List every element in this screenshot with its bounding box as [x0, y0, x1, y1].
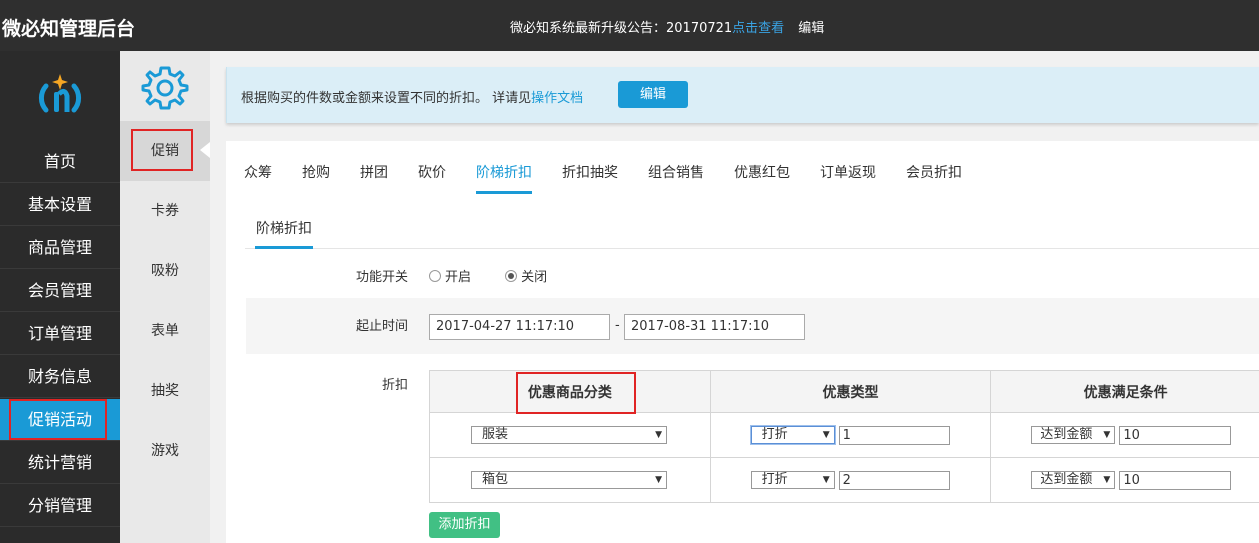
edit-button[interactable]: 编辑 — [618, 81, 688, 108]
main-content: 根据购买的件数或金额来设置不同的折扣。 详请见操作文档 编辑 众筹 抢购 拼团 … — [210, 51, 1259, 543]
type-select-value: 打折 — [761, 472, 788, 487]
table-row: 箱包 ▼ 打折 ▼ 2 达到金额 ▼ 10 — [429, 457, 1259, 503]
radio-on-label: 开启 — [445, 270, 472, 285]
logo-icon — [38, 74, 82, 113]
subnav-item-coupons[interactable]: 卡券 — [120, 181, 210, 241]
condition-select[interactable]: 达到金额 ▼ — [1031, 426, 1116, 444]
radio-off-circle[interactable] — [505, 270, 518, 282]
sidebar-item-members[interactable]: 会员管理 — [0, 270, 120, 312]
sidebar-item-more[interactable] — [0, 528, 120, 543]
subnav-item-followers[interactable]: 吸粉 — [120, 241, 210, 301]
tab-member-discount[interactable]: 会员折扣 — [906, 153, 962, 193]
chevron-down-icon: ▼ — [822, 475, 830, 485]
sub-tabs: 阶梯折扣 — [245, 209, 1259, 249]
end-time-input[interactable]: 2017-08-31 11:17:10 — [624, 314, 805, 340]
tab-flash-sale[interactable]: 抢购 — [302, 153, 330, 193]
cell-type: 打折 ▼ 1 — [709, 412, 992, 458]
sidebar-item-statistics[interactable]: 统计营销 — [0, 442, 120, 484]
subtab-tiered-discount[interactable]: 阶梯折扣 — [255, 209, 313, 249]
discount-label: 折扣 — [381, 378, 408, 393]
upgrade-notice: 微必知系统最新升级公告：20170721点击查看 编辑 — [510, 17, 824, 36]
tab-order-cashback[interactable]: 订单返现 — [820, 153, 876, 193]
radio-on-circle[interactable] — [429, 270, 441, 282]
info-text: 根据购买的件数或金额来设置不同的折扣。 详请见操作文档 — [241, 87, 583, 106]
sidebar-item-promotions[interactable]: 促销活动 — [0, 399, 120, 441]
tab-discount-lottery[interactable]: 折扣抽奖 — [562, 153, 618, 193]
col-header-category: 优惠商品分类 — [429, 370, 711, 413]
cell-condition: 达到金额 ▼ 10 — [990, 412, 1259, 458]
subnav-item-games[interactable]: 游戏 — [120, 421, 210, 481]
tab-crowdfunding[interactable]: 众筹 — [244, 153, 272, 193]
condition-value-input[interactable]: 10 — [1119, 471, 1232, 490]
info-description: 根据购买的件数或金额来设置不同的折扣。 详请见 — [241, 91, 532, 106]
category-select-value: 箱包 — [482, 472, 509, 487]
tab-bargain[interactable]: 砍价 — [418, 153, 446, 193]
subnav-item-forms[interactable]: 表单 — [120, 301, 210, 361]
chevron-down-icon: ▼ — [655, 430, 662, 440]
chevron-down-icon: ▼ — [1103, 430, 1111, 440]
category-select[interactable]: 服装 ▼ — [471, 426, 667, 444]
notice-text: 微必知系统最新升级公告：20170721 — [510, 21, 733, 36]
sidebar-item-orders[interactable]: 订单管理 — [0, 313, 120, 355]
sidebar-item-finance[interactable]: 财务信息 — [0, 356, 120, 398]
radio-on[interactable]: 开启 — [429, 270, 471, 285]
subnav-item-promotion[interactable]: 促销 — [120, 121, 210, 181]
top-bar: 微必知管理后台 微必知系统最新升级公告：20170721点击查看 编辑 — [0, 0, 1259, 51]
condition-select-value: 达到金额 — [1040, 427, 1093, 442]
type-select[interactable]: 打折 ▼ — [750, 426, 835, 444]
active-caret — [200, 142, 210, 158]
start-time-input[interactable]: 2017-04-27 11:17:10 — [429, 314, 610, 340]
radio-off[interactable]: 关闭 — [505, 270, 547, 285]
tab-group-buy[interactable]: 拼团 — [360, 153, 388, 193]
col-header-condition: 优惠满足条件 — [990, 370, 1259, 413]
time-label: 起止时间 — [355, 319, 408, 334]
chevron-down-icon: ▼ — [1103, 475, 1111, 485]
time-row: 起止时间 2017-04-27 11:17:10 - 2017-08-31 11… — [246, 298, 1259, 354]
chevron-down-icon: ▼ — [822, 430, 830, 440]
cell-condition: 达到金额 ▼ 10 — [990, 457, 1259, 503]
condition-select[interactable]: 达到金额 ▼ — [1031, 471, 1116, 489]
sidebar-item-home[interactable]: 首页 — [0, 141, 120, 183]
tab-red-packet[interactable]: 优惠红包 — [734, 153, 790, 193]
condition-value-input[interactable]: 10 — [1119, 426, 1232, 445]
time-separator: - — [615, 318, 620, 333]
add-discount-button[interactable]: 添加折扣 — [429, 512, 500, 538]
switch-label: 功能开关 — [355, 270, 408, 285]
notice-edit-link[interactable]: 编辑 — [798, 21, 824, 36]
type-select-value: 打折 — [761, 427, 788, 442]
type-value-input[interactable]: 1 — [838, 426, 950, 445]
app-title: 微必知管理后台 — [2, 18, 136, 40]
sub-sidebar: 促销 卡券 吸粉 表单 抽奖 游戏 — [120, 51, 210, 543]
main-sidebar: 首页 基本设置 商品管理 会员管理 订单管理 财务信息 促销活动 统计营销 分销… — [0, 51, 120, 543]
category-select-value: 服装 — [482, 427, 509, 442]
condition-select-value: 达到金额 — [1040, 472, 1093, 487]
notice-view-link[interactable]: 点击查看 — [732, 21, 784, 36]
docs-link[interactable]: 操作文档 — [531, 91, 583, 106]
switch-radio-group: 开启 关闭 — [429, 266, 547, 285]
radio-off-label: 关闭 — [521, 270, 548, 285]
category-select[interactable]: 箱包 ▼ — [471, 471, 667, 489]
cell-category: 箱包 ▼ — [429, 457, 711, 503]
chevron-down-icon: ▼ — [655, 475, 662, 485]
sidebar-item-basic-settings[interactable]: 基本设置 — [0, 184, 120, 226]
col-header-type: 优惠类型 — [709, 370, 992, 413]
info-banner: 根据购买的件数或金额来设置不同的折扣。 详请见操作文档 编辑 — [226, 67, 1259, 123]
type-value-input[interactable]: 2 — [838, 471, 950, 490]
brand-logo — [0, 51, 120, 141]
type-select[interactable]: 打折 ▼ — [750, 471, 835, 489]
promotion-tabs: 众筹 抢购 拼团 砍价 阶梯折扣 折扣抽奖 组合销售 优惠红包 订单返现 会员折… — [244, 153, 992, 194]
settings-panel: 众筹 抢购 拼团 砍价 阶梯折扣 折扣抽奖 组合销售 优惠红包 订单返现 会员折… — [226, 141, 1259, 543]
discount-table: 优惠商品分类 优惠类型 优惠满足条件 服装 ▼ 打折 ▼ 1 达到金额 ▼ 10… — [429, 370, 1259, 503]
cell-type: 打折 ▼ 2 — [709, 457, 992, 503]
sidebar-item-distribution[interactable]: 分销管理 — [0, 485, 120, 527]
subnav-item-lottery[interactable]: 抽奖 — [120, 361, 210, 421]
gear-icon — [141, 66, 189, 110]
table-header-row: 优惠商品分类 优惠类型 优惠满足条件 — [429, 370, 1259, 413]
tab-bundle-sale[interactable]: 组合销售 — [648, 153, 704, 193]
switch-row: 功能开关 开启 关闭 — [246, 251, 1259, 296]
tab-tiered-discount[interactable]: 阶梯折扣 — [476, 153, 532, 194]
cell-category: 服装 ▼ — [429, 412, 711, 458]
table-row: 服装 ▼ 打折 ▼ 1 达到金额 ▼ 10 — [429, 412, 1259, 458]
sidebar-item-products[interactable]: 商品管理 — [0, 227, 120, 269]
